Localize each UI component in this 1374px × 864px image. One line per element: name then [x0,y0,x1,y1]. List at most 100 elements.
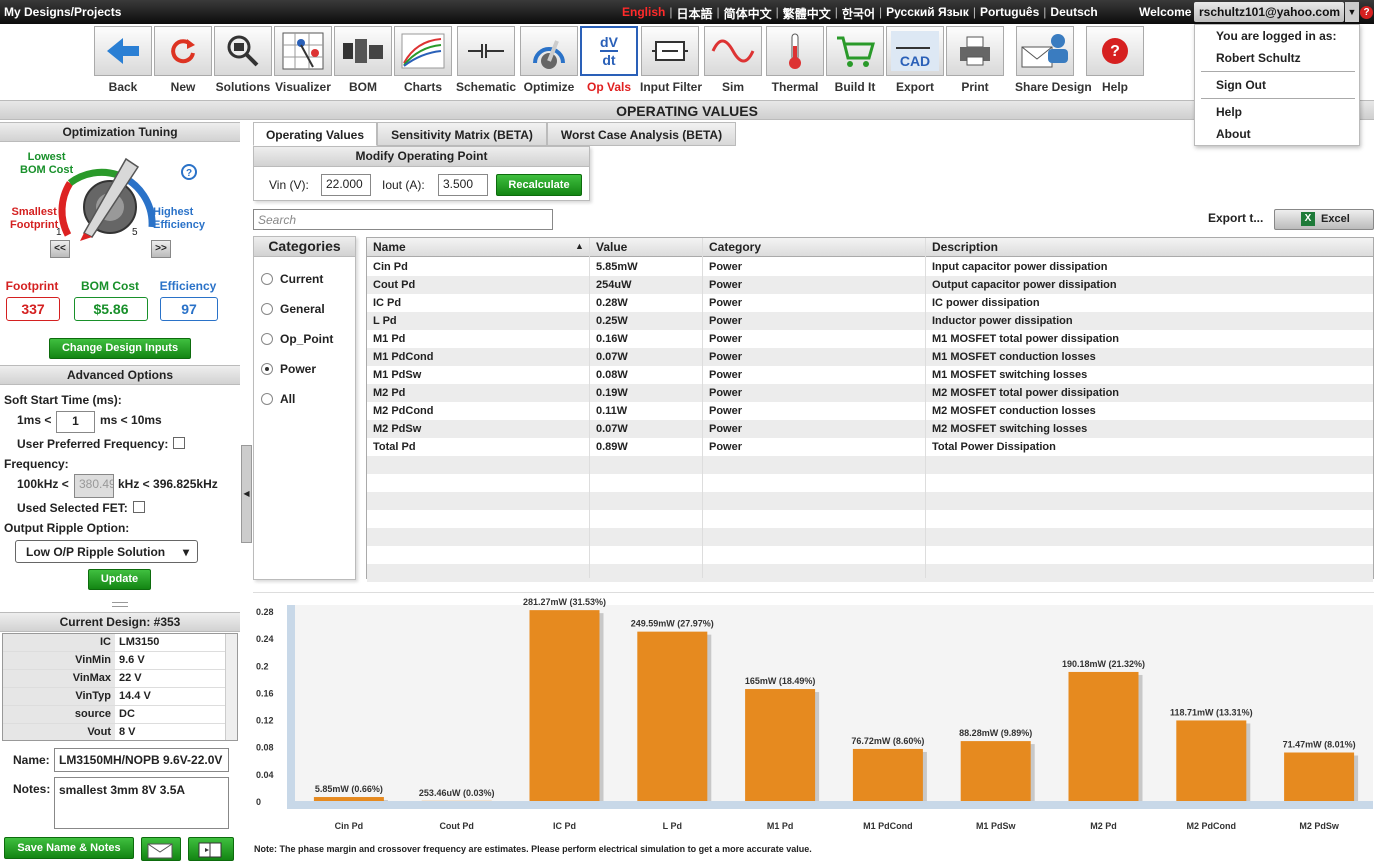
ripple-select[interactable]: Low O/P Ripple Solution ▾ [15,540,198,563]
tab-sensitivity-matrix-beta[interactable]: Sensitivity Matrix (BETA) [377,122,547,146]
table-row[interactable] [367,510,1373,528]
table-row[interactable]: Cout Pd 254uW Power Output capacitor power … [367,276,1373,294]
table-cell: Cout Pd [373,279,416,291]
tab-worst-case-analysis-beta[interactable]: Worst Case Analysis (BETA) [547,122,736,146]
update-button[interactable]: Update [88,569,151,590]
language-link[interactable]: English [622,5,665,22]
category-radio-current[interactable] [261,273,273,285]
language-link[interactable]: 简体中文 [724,5,772,22]
design-name-input[interactable]: LM3150MH/NOPB 9.6V-22.0V [54,748,229,772]
toolbar-button-bom[interactable]: BOM [333,26,393,94]
toolbar-button-input-filter[interactable]: Input Filter [640,26,702,94]
table-row[interactable] [367,474,1373,492]
user-freq-checkbox[interactable] [173,437,185,449]
table-row[interactable]: M1 PdCond 0.07W Power M1 MOSFET conduction … [367,348,1373,366]
user-email-dropdown[interactable]: rschultz101@yahoo.com [1194,2,1344,22]
table-row[interactable]: L Pd 0.25W Power Inductor power dissipation [367,312,1373,330]
sign-out-link[interactable]: Sign Out [1216,78,1266,92]
toolbar-label: Schematic [456,80,517,94]
language-link[interactable]: 한국어 [842,5,875,22]
toolbar-button-back[interactable]: Back [93,26,153,94]
soft-start-input[interactable]: 1 [56,411,95,433]
recalculate-button[interactable]: Recalculate [496,174,582,196]
my-designs-link[interactable]: My Designs/Projects [4,5,121,19]
design-table-scrollbar[interactable] [225,634,237,740]
category-radio-op_point[interactable] [261,333,273,345]
toolbar-button-optimize[interactable]: Optimize [519,26,579,94]
table-cell: Output capacitor power dissipation [932,279,1117,291]
excel-export-button[interactable]: X Excel [1274,209,1374,230]
sort-ascending-icon[interactable]: ▲ [575,241,584,251]
copy-design-button[interactable] [188,837,234,861]
toolbar-button-sim[interactable]: Sim [703,26,763,94]
next-solution-button[interactable]: >> [151,240,171,258]
collapse-panel-handle[interactable]: ◀ [241,445,252,543]
splitter-handle[interactable] [112,602,128,607]
table-row[interactable] [367,546,1373,564]
column-header[interactable]: Name [373,240,406,254]
table-row[interactable]: Cin Pd 5.85mW Power Input capacitor power d… [367,258,1373,276]
change-design-inputs-button[interactable]: Change Design Inputs [49,338,191,359]
toolbar-button-schematic[interactable]: Schematic [456,26,516,94]
toolbar-button-new[interactable]: New [153,26,213,94]
column-header[interactable]: Value [596,240,627,254]
table-cell: Power [709,297,743,309]
chevron-down-icon[interactable]: ▼ [1345,2,1359,22]
table-row[interactable]: M1 Pd 0.16W Power M1 MOSFET total power dis… [367,330,1373,348]
table-row[interactable] [367,492,1373,510]
iout-input[interactable]: 3.500 [438,174,488,196]
welcome-label: Welcome [1139,5,1192,19]
toolbar-button-help[interactable]: ? Help [1085,26,1145,94]
y-tick-label: 0.08 [256,743,274,753]
toolbar-button-solutions[interactable]: Solutions [213,26,273,94]
advanced-options-header: Advanced Options [0,365,240,385]
toolbar-button-build-it[interactable]: Build It [825,26,885,94]
used-fet-checkbox[interactable] [133,501,145,513]
iout-label: Iout (A): [382,178,425,192]
language-link[interactable]: 繁體中文 [783,5,831,22]
design-notes-input[interactable]: smallest 3mm 8V 3.5A [54,777,229,829]
charts-icon [394,26,452,76]
language-link[interactable]: Русский Язык [886,5,969,22]
about-link[interactable]: About [1216,127,1251,141]
table-row[interactable]: Total Pd 0.89W Power Total Power Dissipatio… [367,438,1373,456]
table-row[interactable]: M2 PdSw 0.07W Power M2 MOSFET switching los… [367,420,1373,438]
table-header: Name Value Category Description ▲ [367,238,1373,257]
toolbar-button-charts[interactable]: Charts [393,26,453,94]
category-radio-all[interactable] [261,393,273,405]
y-tick-label: 0.12 [256,716,274,726]
email-design-button[interactable] [141,837,181,861]
table-cell: M1 PdCond [373,351,434,363]
prev-solution-button[interactable]: << [50,240,70,258]
toolbar-button-print[interactable]: Print [945,26,1005,94]
toolbar-button-op-vals[interactable]: dV dt Op Vals [579,26,639,94]
table-row[interactable]: M1 PdSw 0.08W Power M1 MOSFET switching los… [367,366,1373,384]
column-header[interactable]: Category [709,240,761,254]
toolbar-button-thermal[interactable]: Thermal [765,26,825,94]
category-radio-general[interactable] [261,303,273,315]
language-link[interactable]: 日本語 [676,5,712,22]
table-row[interactable]: M2 Pd 0.19W Power M2 MOSFET total power dis… [367,384,1373,402]
toolbar-button-share-design[interactable]: Share Design [1015,26,1092,94]
language-link[interactable]: Deutsch [1050,5,1097,22]
frequency-input[interactable]: 380.49 [74,474,114,498]
vin-input[interactable]: 22.000 [321,174,371,196]
table-row[interactable] [367,456,1373,474]
table-row[interactable] [367,528,1373,546]
category-radio-power[interactable] [261,363,273,375]
column-header[interactable]: Description [932,240,998,254]
toolbar-button-visualizer[interactable]: Visualizer [273,26,333,94]
table-cell: M1 PdSw [373,369,422,381]
data-label: 249.59mW (27.97%) [631,619,714,629]
tab-operating-values[interactable]: Operating Values [253,122,377,146]
help-link[interactable]: Help [1216,105,1242,119]
help-icon[interactable]: ? [1360,6,1373,19]
table-row[interactable]: IC Pd 0.28W Power IC power dissipation [367,294,1373,312]
save-name-notes-button[interactable]: Save Name & Notes [4,837,134,859]
toolbar-label: Thermal [771,80,819,94]
table-row[interactable] [367,564,1373,582]
search-input[interactable]: Search [253,209,553,230]
table-row[interactable]: M2 PdCond 0.11W Power M2 MOSFET conduction … [367,402,1373,420]
language-link[interactable]: Português [980,5,1039,22]
toolbar-button-export[interactable]: CAD Export [885,26,945,94]
